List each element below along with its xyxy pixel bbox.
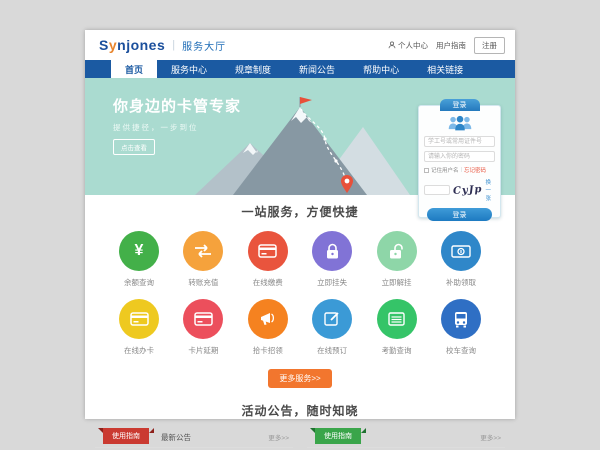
login-form: 记住用户名 | 忘记密码 CyJp 换一张 登录 <box>419 106 500 221</box>
yen-icon: ¥ <box>135 243 144 259</box>
services-row-1: ¥ 余额查询 转账充值 在线缴费 立即挂失 <box>85 231 515 288</box>
page-container: Synjones | 服务大厅 个人中心 用户指南 注册 首页 服务中心 规章制… <box>85 30 515 419</box>
password-input[interactable] <box>424 151 495 162</box>
nav-item-help-center[interactable]: 帮助中心 <box>349 60 413 78</box>
card-icon <box>258 244 277 258</box>
logo[interactable]: Synjones <box>99 37 165 53</box>
service-online-card-apply[interactable]: 在线办卡 <box>111 299 167 356</box>
username-input[interactable] <box>424 136 495 147</box>
hero-banner: 你身边的卡管专家 提供捷径，一步到位 点击查看 登录 <box>85 78 515 195</box>
bus-icon <box>453 311 469 328</box>
usage-guide-ribbon-tab-right[interactable]: 使用指南 <box>315 428 361 444</box>
main-nav: 首页 服务中心 规章制度 新闻公告 帮助中心 相关链接 <box>85 60 515 78</box>
service-subsidy-collect[interactable]: 补助领取 <box>433 231 489 288</box>
register-button[interactable]: 注册 <box>474 37 505 54</box>
list-icon <box>388 312 405 326</box>
site-name: 服务大厅 <box>182 38 226 53</box>
captcha-input[interactable] <box>424 185 450 195</box>
megaphone-icon <box>259 311 277 327</box>
header: Synjones | 服务大厅 个人中心 用户指南 注册 <box>85 30 515 60</box>
service-online-payment[interactable]: 在线缴费 <box>240 231 296 288</box>
services-row-2: 在线办卡 卡片延期 拾卡招领 在线预订 <box>85 299 515 356</box>
left-panel: 使用指南 最新公告 更多>> <box>95 428 293 448</box>
service-balance-inquiry[interactable]: ¥ 余额查询 <box>111 231 167 288</box>
announcement-panels: 使用指南 最新公告 更多>> 使用指南 更多>> <box>85 428 515 448</box>
header-actions: 个人中心 用户指南 注册 <box>388 37 505 54</box>
service-transfer-recharge[interactable]: 转账充值 <box>175 231 231 288</box>
more-services-button[interactable]: 更多服务>> <box>268 369 331 388</box>
service-school-bus-inquiry[interactable]: 校车查询 <box>433 299 489 356</box>
login-button[interactable]: 登录 <box>427 208 492 221</box>
latest-announcements-tab[interactable]: 最新公告 <box>161 432 191 443</box>
remember-row: 记住用户名 | 忘记密码 <box>424 166 495 174</box>
nav-item-news[interactable]: 新闻公告 <box>285 60 349 78</box>
card-icon <box>194 312 213 326</box>
personal-center-link[interactable]: 个人中心 <box>388 40 428 51</box>
services-section: 一站服务，方便快捷 ¥ 余额查询 转账充值 在线缴费 <box>85 203 515 388</box>
user-icon <box>388 41 396 49</box>
user-guide-link[interactable]: 用户指南 <box>436 40 466 51</box>
hero-title: 你身边的卡管专家 <box>113 95 241 116</box>
unlock-icon <box>388 243 405 260</box>
usage-guide-ribbon-tab[interactable]: 使用指南 <box>103 428 149 444</box>
service-card-extension[interactable]: 卡片延期 <box>175 299 231 356</box>
service-report-loss[interactable]: 立即挂失 <box>304 231 360 288</box>
edit-icon <box>324 311 340 327</box>
right-more-link[interactable]: 更多>> <box>480 432 501 442</box>
card-icon <box>130 312 149 326</box>
hero-subtitle: 提供捷径，一步到位 <box>113 122 241 133</box>
right-panel: 使用指南 更多>> <box>307 428 505 448</box>
captcha-image[interactable]: CyJp <box>453 183 483 196</box>
nav-item-links[interactable]: 相关链接 <box>413 60 477 78</box>
forgot-password-link[interactable]: 忘记密码 <box>464 166 486 174</box>
service-attendance-inquiry[interactable]: 考勤查询 <box>369 299 425 356</box>
nav-item-rules[interactable]: 规章制度 <box>221 60 285 78</box>
banknote-icon <box>451 245 471 258</box>
hero-cta-button[interactable]: 点击查看 <box>113 139 155 155</box>
service-cancel-loss[interactable]: 立即解挂 <box>369 231 425 288</box>
service-online-booking[interactable]: 在线预订 <box>304 299 360 356</box>
remember-divider: | <box>461 167 462 173</box>
nav-item-service-center[interactable]: 服务中心 <box>157 60 221 78</box>
announcements-title: 活动公告，随时知晓 <box>85 402 515 419</box>
login-tab[interactable]: 登录 <box>440 99 480 111</box>
hero-copy: 你身边的卡管专家 提供捷径，一步到位 点击查看 <box>113 95 241 155</box>
user-group-icon <box>447 115 473 132</box>
captcha-refresh-link[interactable]: 换一张 <box>486 178 496 202</box>
nav-item-home[interactable]: 首页 <box>111 60 157 78</box>
transfer-icon <box>193 244 213 258</box>
service-lost-card-claim[interactable]: 拾卡招领 <box>240 299 296 356</box>
logo-divider: | <box>172 39 175 51</box>
captcha-row: CyJp 换一张 <box>424 178 495 202</box>
remember-label: 记住用户名 <box>431 166 459 174</box>
remember-checkbox[interactable] <box>424 168 429 173</box>
login-panel: 登录 记住用户名 | 忘记密码 CyJp 换一张 <box>418 105 501 218</box>
lock-icon <box>325 243 340 260</box>
left-more-link[interactable]: 更多>> <box>268 432 289 442</box>
